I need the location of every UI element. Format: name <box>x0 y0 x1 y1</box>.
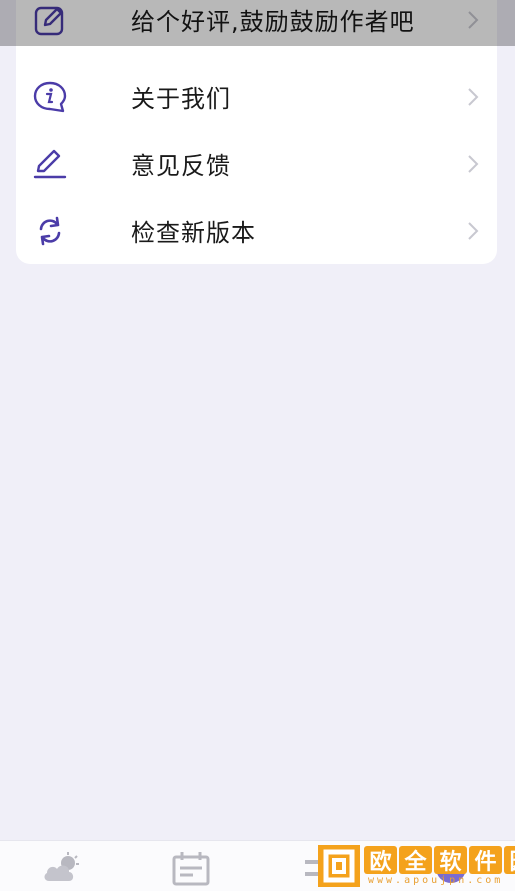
menu-item-label: 给个好评,鼓励鼓励作者吧 <box>131 8 415 36</box>
watermark-char: 园 <box>504 846 515 875</box>
pen-icon <box>32 146 68 182</box>
menu-item-rate-app[interactable]: 给个好评,鼓励鼓励作者吧 <box>16 0 497 53</box>
settings-menu-card: 给个好评,鼓励鼓励作者吧 关于我们 意见反馈 检查新版本 <box>16 0 497 264</box>
watermark-char: 软 <box>434 846 467 875</box>
calendar-icon <box>172 852 210 886</box>
watermark-char: 欧 <box>364 846 397 875</box>
chevron-right-icon <box>468 87 479 106</box>
watermark-logo: 欧 全 软 件 园 www.apoujpn.com <box>316 843 515 889</box>
tab-weather[interactable] <box>41 849 83 887</box>
menu-item-feedback[interactable]: 意见反馈 <box>16 130 497 197</box>
watermark-url: www.apoujpn.com <box>368 875 504 886</box>
refresh-icon <box>32 213 68 249</box>
menu-item-check-update[interactable]: 检查新版本 <box>16 197 497 264</box>
info-bubble-icon <box>32 79 68 115</box>
edit-square-icon <box>32 2 68 38</box>
watermark-text: 欧 全 软 件 园 <box>364 846 515 875</box>
menu-item-label: 检查新版本 <box>131 219 256 247</box>
watermark-emblem-icon <box>318 845 360 887</box>
chevron-right-icon <box>468 154 479 173</box>
chevron-right-icon <box>468 10 479 29</box>
watermark-char: 全 <box>399 846 432 875</box>
menu-item-about-us[interactable]: 关于我们 <box>16 63 497 130</box>
tab-calendar[interactable] <box>170 849 212 887</box>
watermark-char: 件 <box>469 846 502 875</box>
menu-item-label: 意见反馈 <box>131 152 231 180</box>
chevron-right-icon <box>468 221 479 240</box>
cloud-sun-icon <box>44 852 79 881</box>
menu-item-label: 关于我们 <box>131 85 231 113</box>
